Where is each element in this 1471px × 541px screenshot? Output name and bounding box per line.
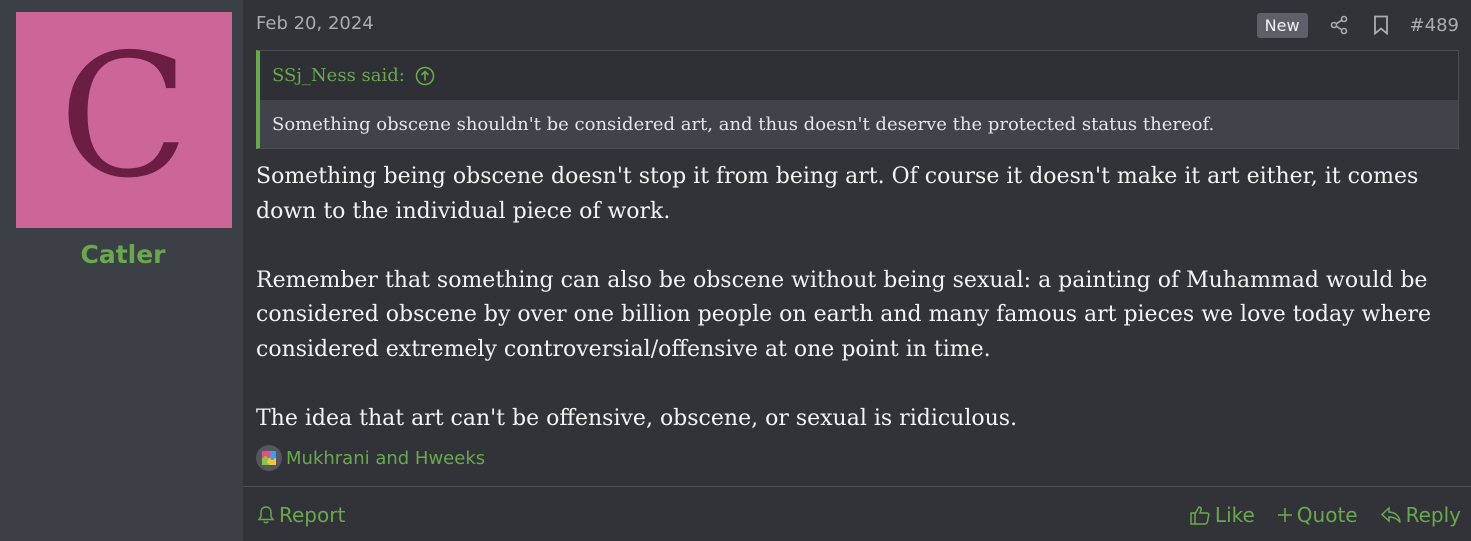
message-paragraph: Something being obscene doesn't stop it … [256, 164, 1419, 224]
user-cell: C Catler [0, 0, 243, 541]
message-paragraph: The idea that art can't be offensive, ob… [256, 405, 1018, 431]
message-body: Something being obscene doesn't stop it … [256, 160, 1456, 436]
post-actions: Like Quote Reply [1167, 503, 1461, 527]
post-date[interactable]: Feb 20, 2024 [256, 13, 374, 34]
report-button[interactable]: Report [257, 503, 345, 527]
like-label: Like [1214, 502, 1255, 527]
username[interactable]: Catler [0, 240, 246, 269]
share-icon[interactable] [1326, 12, 1352, 38]
new-badge: New [1256, 12, 1308, 38]
post-main: Feb 20, 2024 New #489 SSj_Ness said: Som… [243, 0, 1471, 541]
arrow-up-circle-icon[interactable] [415, 66, 435, 86]
bookmark-icon[interactable] [1368, 12, 1394, 38]
post-header-actions: New #489 [1256, 10, 1459, 40]
reaction-users-link[interactable]: Mukhrani and Hweeks [286, 448, 485, 469]
reply-button[interactable]: Reply [1380, 503, 1461, 527]
reply-label: Reply [1405, 502, 1461, 527]
reaction-puzzle-icon [256, 445, 282, 471]
thumbs-up-icon [1190, 505, 1210, 525]
message-paragraph: Remember that something can also be obsc… [256, 267, 1432, 362]
plus-icon [1277, 507, 1292, 522]
quote-button[interactable]: Quote [1277, 503, 1358, 527]
avatar-letter: C [58, 18, 190, 216]
bell-icon [257, 505, 275, 523]
quote-header: SSj_Ness said: [260, 51, 1458, 100]
post-footer: Report Like Quote Reply [243, 486, 1471, 541]
quote-author[interactable]: SSj_Ness said: [272, 65, 405, 86]
report-label: Report [279, 502, 346, 527]
forum-post: C Catler Feb 20, 2024 New #489 SSj_Ness … [0, 0, 1471, 541]
quote-block: SSj_Ness said: Something obscene shouldn… [256, 50, 1459, 149]
quote-label: Quote [1296, 502, 1358, 527]
reactions-bar: Mukhrani and Hweeks [256, 445, 485, 471]
post-number-link[interactable]: #489 [1410, 15, 1459, 36]
reply-arrow-icon [1380, 505, 1401, 523]
like-button[interactable]: Like [1189, 503, 1255, 527]
quote-text: Something obscene shouldn't be considere… [260, 100, 1458, 148]
avatar[interactable]: C [16, 12, 232, 228]
